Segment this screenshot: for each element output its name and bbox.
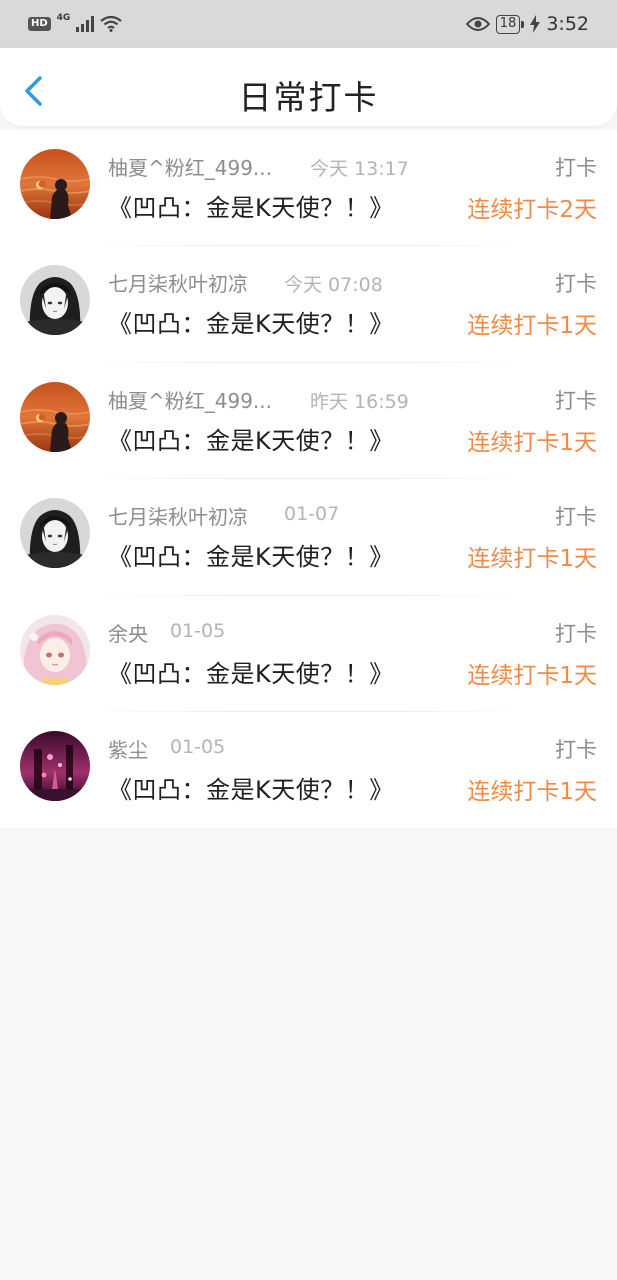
wifi-icon [100,16,123,32]
clock: 3:52 [546,13,589,35]
pink-hair-girl-avatar [20,614,90,685]
anime-girl-bw-avatar [20,265,90,336]
streak-label: 连续打卡1天 [467,313,597,340]
charging-icon [530,15,541,33]
checkin-time: 01-07 [284,503,340,526]
battery-icon: 18 [495,14,524,34]
action-label: 打卡 [555,388,597,413]
status-bar-left: HD 4G [28,13,123,32]
avatar[interactable] [20,381,90,452]
book-title[interactable]: 《凹凸：金是K天使？！》 [108,304,394,339]
list-item[interactable]: 七月柒秋叶初凉 今天 07:08 打卡 《凹凸：金是K天使？！》 连续打卡1天 [0,246,617,363]
avatar[interactable] [20,265,90,336]
list-item[interactable]: 余央 01-05 打卡 《凹凸：金是K天使？！》 连续打卡1天 [0,596,617,712]
anime-girl-bw-avatar [20,498,90,569]
pink-night-scene-avatar [20,730,90,801]
action-label: 打卡 [555,156,597,180]
sunset-sea-avatar [20,149,90,219]
avatar[interactable] [20,149,90,219]
sunset-sea-avatar [20,381,90,452]
book-title[interactable]: 《凹凸：金是K天使？！》 [108,421,394,456]
eye-icon [465,17,490,31]
action-label: 打卡 [555,505,597,530]
avatar[interactable] [20,498,90,569]
action-label: 打卡 [555,272,597,297]
list-item[interactable]: 柚夏^粉红_499... 昨天 16:59 打卡 《凹凸：金是K天使？！》 连续… [0,363,617,480]
book-title[interactable]: 《凹凸：金是K天使？！》 [108,537,394,572]
book-title[interactable]: 《凹凸：金是K天使？！》 [108,654,394,689]
network-type: 4G [56,13,71,23]
list-item[interactable]: 柚夏^粉红_499... 今天 13:17 打卡 《凹凸：金是K天使？！》 连续… [0,130,617,247]
streak-label: 连续打卡1天 [467,778,597,805]
status-bar: HD 4G 18 3:52 [0,0,617,48]
user-name[interactable]: 七月柒秋叶初凉 [108,501,248,530]
list-item[interactable]: 紫尘 01-05 打卡 《凹凸：金是K天使？！》 连续打卡1天 [0,712,617,828]
page-title: 日常打卡 [238,78,379,117]
streak-label: 连续打卡1天 [467,662,597,689]
action-label: 打卡 [555,737,597,762]
book-title[interactable]: 《凹凸：金是K天使？！》 [108,770,394,805]
checkin-time: 今天 07:08 [284,274,383,297]
user-name[interactable]: 柚夏^粉红_499... [108,385,272,414]
checkin-time: 01-05 [170,735,226,758]
status-bar-right: 18 3:52 [465,13,589,35]
avatar[interactable] [20,730,90,801]
streak-label: 连续打卡1天 [467,429,597,456]
hd-icon: HD [28,17,51,31]
checkin-time: 今天 13:17 [310,158,409,180]
book-title[interactable]: 《凹凸：金是K天使？！》 [108,188,394,223]
avatar[interactable] [20,614,90,685]
page-header: 日常打卡 [0,48,617,126]
streak-label: 连续打卡2天 [467,197,597,223]
checkin-time: 01-05 [170,619,226,642]
streak-label: 连续打卡1天 [467,546,597,573]
user-name[interactable]: 柚夏^粉红_499... [108,152,272,181]
checkin-list: 柚夏^粉红_499... 今天 13:17 打卡 《凹凸：金是K天使？！》 连续… [0,130,617,829]
user-name[interactable]: 紫尘 [108,734,148,763]
user-name[interactable]: 余央 [108,618,148,647]
signal-icon [76,16,95,32]
list-item[interactable]: 七月柒秋叶初凉 01-07 打卡 《凹凸：金是K天使？！》 连续打卡1天 [0,479,617,596]
user-name[interactable]: 七月柒秋叶初凉 [108,268,248,297]
checkin-time: 昨天 16:59 [310,390,409,413]
action-label: 打卡 [555,621,597,646]
